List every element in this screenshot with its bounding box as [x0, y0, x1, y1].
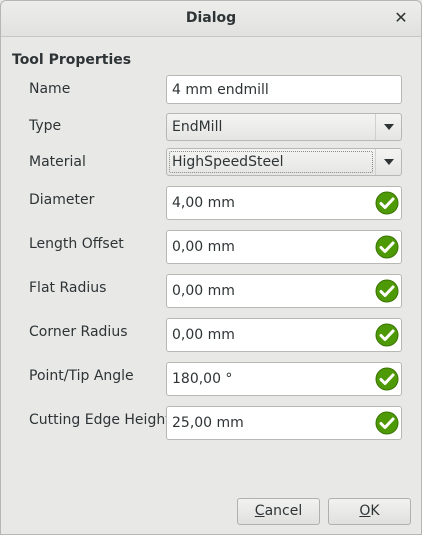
cutting-edge-height-value: 25,00 mm	[172, 415, 244, 431]
tip-angle-input[interactable]: 180,00 °	[166, 362, 402, 396]
name-input[interactable]: 4 mm endmill	[166, 75, 402, 104]
type-dropdown-arrow[interactable]	[375, 114, 401, 140]
valid-check-icon	[375, 367, 399, 391]
name-label: Name	[29, 81, 71, 97]
flat-radius-label: Flat Radius	[29, 280, 107, 296]
type-combobox[interactable]: EndMill	[166, 113, 402, 141]
ok-label: K	[370, 503, 380, 519]
corner-radius-label: Corner Radius	[29, 324, 128, 340]
cancel-mnemonic: C	[254, 503, 265, 519]
material-dropdown-arrow[interactable]	[375, 149, 401, 175]
ok-mnemonic: O	[359, 503, 371, 519]
diameter-label: Diameter	[29, 192, 95, 208]
cancel-button[interactable]: Cancel	[237, 498, 320, 525]
type-label: Type	[29, 118, 62, 134]
window-title: Dialog	[185, 10, 237, 26]
ok-button[interactable]: OK	[328, 498, 411, 525]
material-combobox[interactable]: HighSpeedSteel	[166, 148, 402, 176]
flat-radius-value: 0,00 mm	[172, 283, 235, 299]
group-title: Tool Properties	[12, 52, 132, 68]
length-offset-value: 0,00 mm	[172, 239, 235, 255]
close-icon[interactable]: ✕	[391, 8, 411, 28]
material-label: Material	[29, 154, 86, 170]
valid-check-icon	[375, 279, 399, 303]
cutting-edge-height-input[interactable]: 25,00 mm	[166, 406, 402, 440]
tip-angle-value: 180,00 °	[172, 371, 233, 387]
dialog-window: Dialog ✕ Tool Properties Name 4 mm endmi…	[0, 0, 422, 535]
tip-angle-label: Point/Tip Angle	[29, 368, 134, 384]
diameter-input[interactable]: 4,00 mm	[166, 186, 402, 220]
title-bar[interactable]: Dialog ✕	[1, 1, 421, 37]
name-value: 4 mm endmill	[172, 82, 269, 98]
chevron-down-icon	[384, 159, 394, 165]
length-offset-input[interactable]: 0,00 mm	[166, 230, 402, 264]
material-value: HighSpeedSteel	[172, 154, 284, 170]
length-offset-label: Length Offset	[29, 236, 124, 252]
valid-check-icon	[375, 323, 399, 347]
valid-check-icon	[375, 235, 399, 259]
valid-check-icon	[375, 191, 399, 215]
corner-radius-value: 0,00 mm	[172, 327, 235, 343]
type-value: EndMill	[172, 119, 223, 135]
corner-radius-input[interactable]: 0,00 mm	[166, 318, 402, 352]
valid-check-icon	[375, 411, 399, 435]
cutting-edge-height-label: Cutting Edge Height	[29, 412, 171, 428]
cancel-label: ancel	[264, 503, 303, 519]
diameter-value: 4,00 mm	[172, 195, 235, 211]
chevron-down-icon	[384, 124, 394, 130]
flat-radius-input[interactable]: 0,00 mm	[166, 274, 402, 308]
